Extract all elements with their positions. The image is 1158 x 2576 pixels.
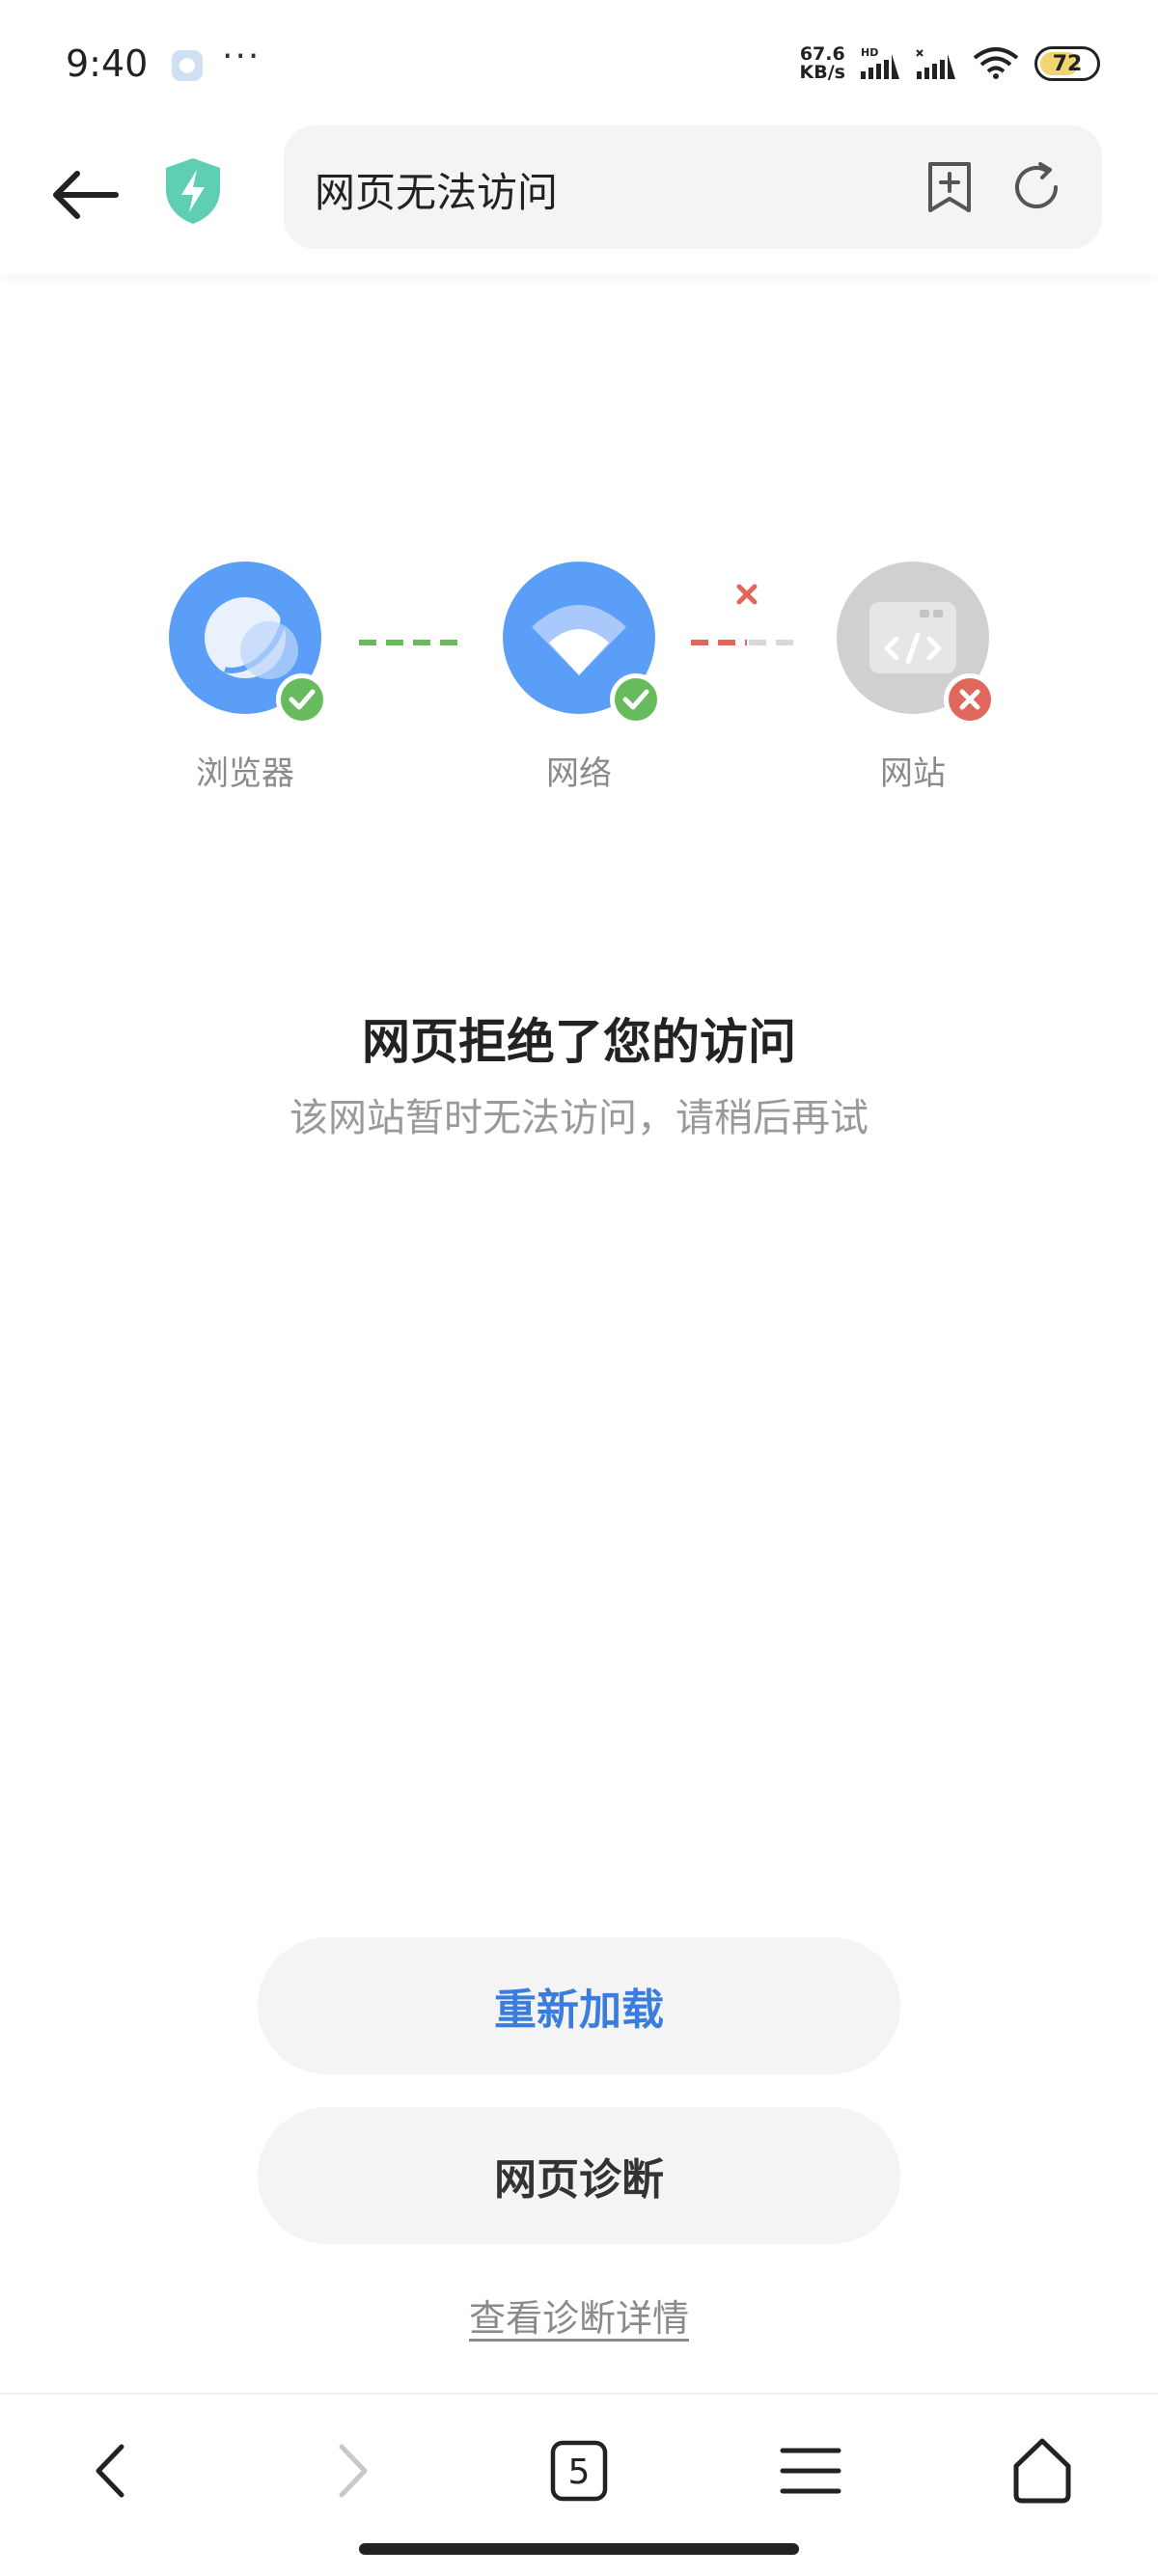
arrow-left-icon	[53, 171, 119, 219]
browser-label: 浏览器	[196, 754, 294, 793]
battery-icon: 72	[1034, 46, 1100, 81]
home-indicator[interactable]	[359, 2543, 799, 2555]
chevron-left-icon	[96, 2444, 124, 2498]
error-subtitle: 该网站暂时无法访问，请稍后再试	[290, 1096, 868, 1140]
error-title: 网页拒绝了您的访问	[362, 1014, 796, 1070]
wifi-icon	[971, 44, 1021, 83]
menu-button[interactable]	[767, 2427, 854, 2514]
menu-icon	[780, 2448, 841, 2494]
security-shield-button[interactable]	[162, 156, 224, 226]
view-diagnosis-details-link[interactable]: 查看诊断详情	[0, 2288, 1158, 2342]
page-title[interactable]: 网页无法访问	[315, 160, 558, 219]
more-notifications-icon: ···	[222, 37, 262, 76]
browser-header: 网页无法访问	[0, 125, 1158, 275]
battery-level: 72	[1052, 51, 1083, 76]
back-button[interactable]	[48, 156, 125, 233]
close-icon	[959, 689, 980, 710]
nav-back-button[interactable]	[69, 2427, 156, 2514]
network-ok-badge	[610, 673, 662, 726]
refresh-button[interactable]	[1007, 158, 1065, 216]
status-time: 9:40	[66, 42, 149, 85]
tabs-icon: 5	[550, 2440, 608, 2502]
browser-ok-badge	[276, 673, 328, 726]
notification-app-icon	[172, 50, 203, 81]
tabs-button[interactable]: 5	[536, 2427, 622, 2514]
check-icon	[622, 689, 649, 710]
sim1-signal-icon: HD	[859, 46, 901, 81]
home-button[interactable]	[999, 2427, 1086, 2514]
address-bar[interactable]: 网页无法访问	[284, 125, 1102, 249]
sim1-hd-label: HD	[861, 46, 878, 59]
status-indicators: 67.6 KB/s HD 72	[800, 44, 1100, 83]
refresh-icon	[1015, 162, 1058, 208]
diagnose-button[interactable]: 网页诊断	[258, 2107, 900, 2244]
link-browser-network	[359, 640, 467, 645]
network-speed: 67.6 KB/s	[799, 43, 845, 83]
bottom-navigation: 5	[0, 2393, 1158, 2576]
website-label: 网站	[880, 754, 946, 793]
check-icon	[289, 689, 316, 710]
status-bar: 9:40 ··· 67.6 KB/s HD 72	[0, 0, 1158, 125]
nav-forward-button[interactable]	[307, 2427, 394, 2514]
network-label: 网络	[546, 754, 612, 793]
tab-count: 5	[568, 2453, 591, 2492]
website-error-badge	[944, 673, 996, 726]
close-icon	[736, 584, 758, 605]
shield-icon	[166, 158, 220, 224]
add-bookmark-button[interactable]	[921, 158, 979, 216]
sim2-signal-icon	[915, 46, 957, 81]
home-icon	[1013, 2438, 1071, 2504]
chevron-right-icon	[339, 2444, 368, 2498]
reload-button[interactable]: 重新加载	[258, 1937, 900, 2074]
link-network-website-broken	[691, 584, 803, 645]
bookmark-add-icon	[928, 162, 971, 212]
